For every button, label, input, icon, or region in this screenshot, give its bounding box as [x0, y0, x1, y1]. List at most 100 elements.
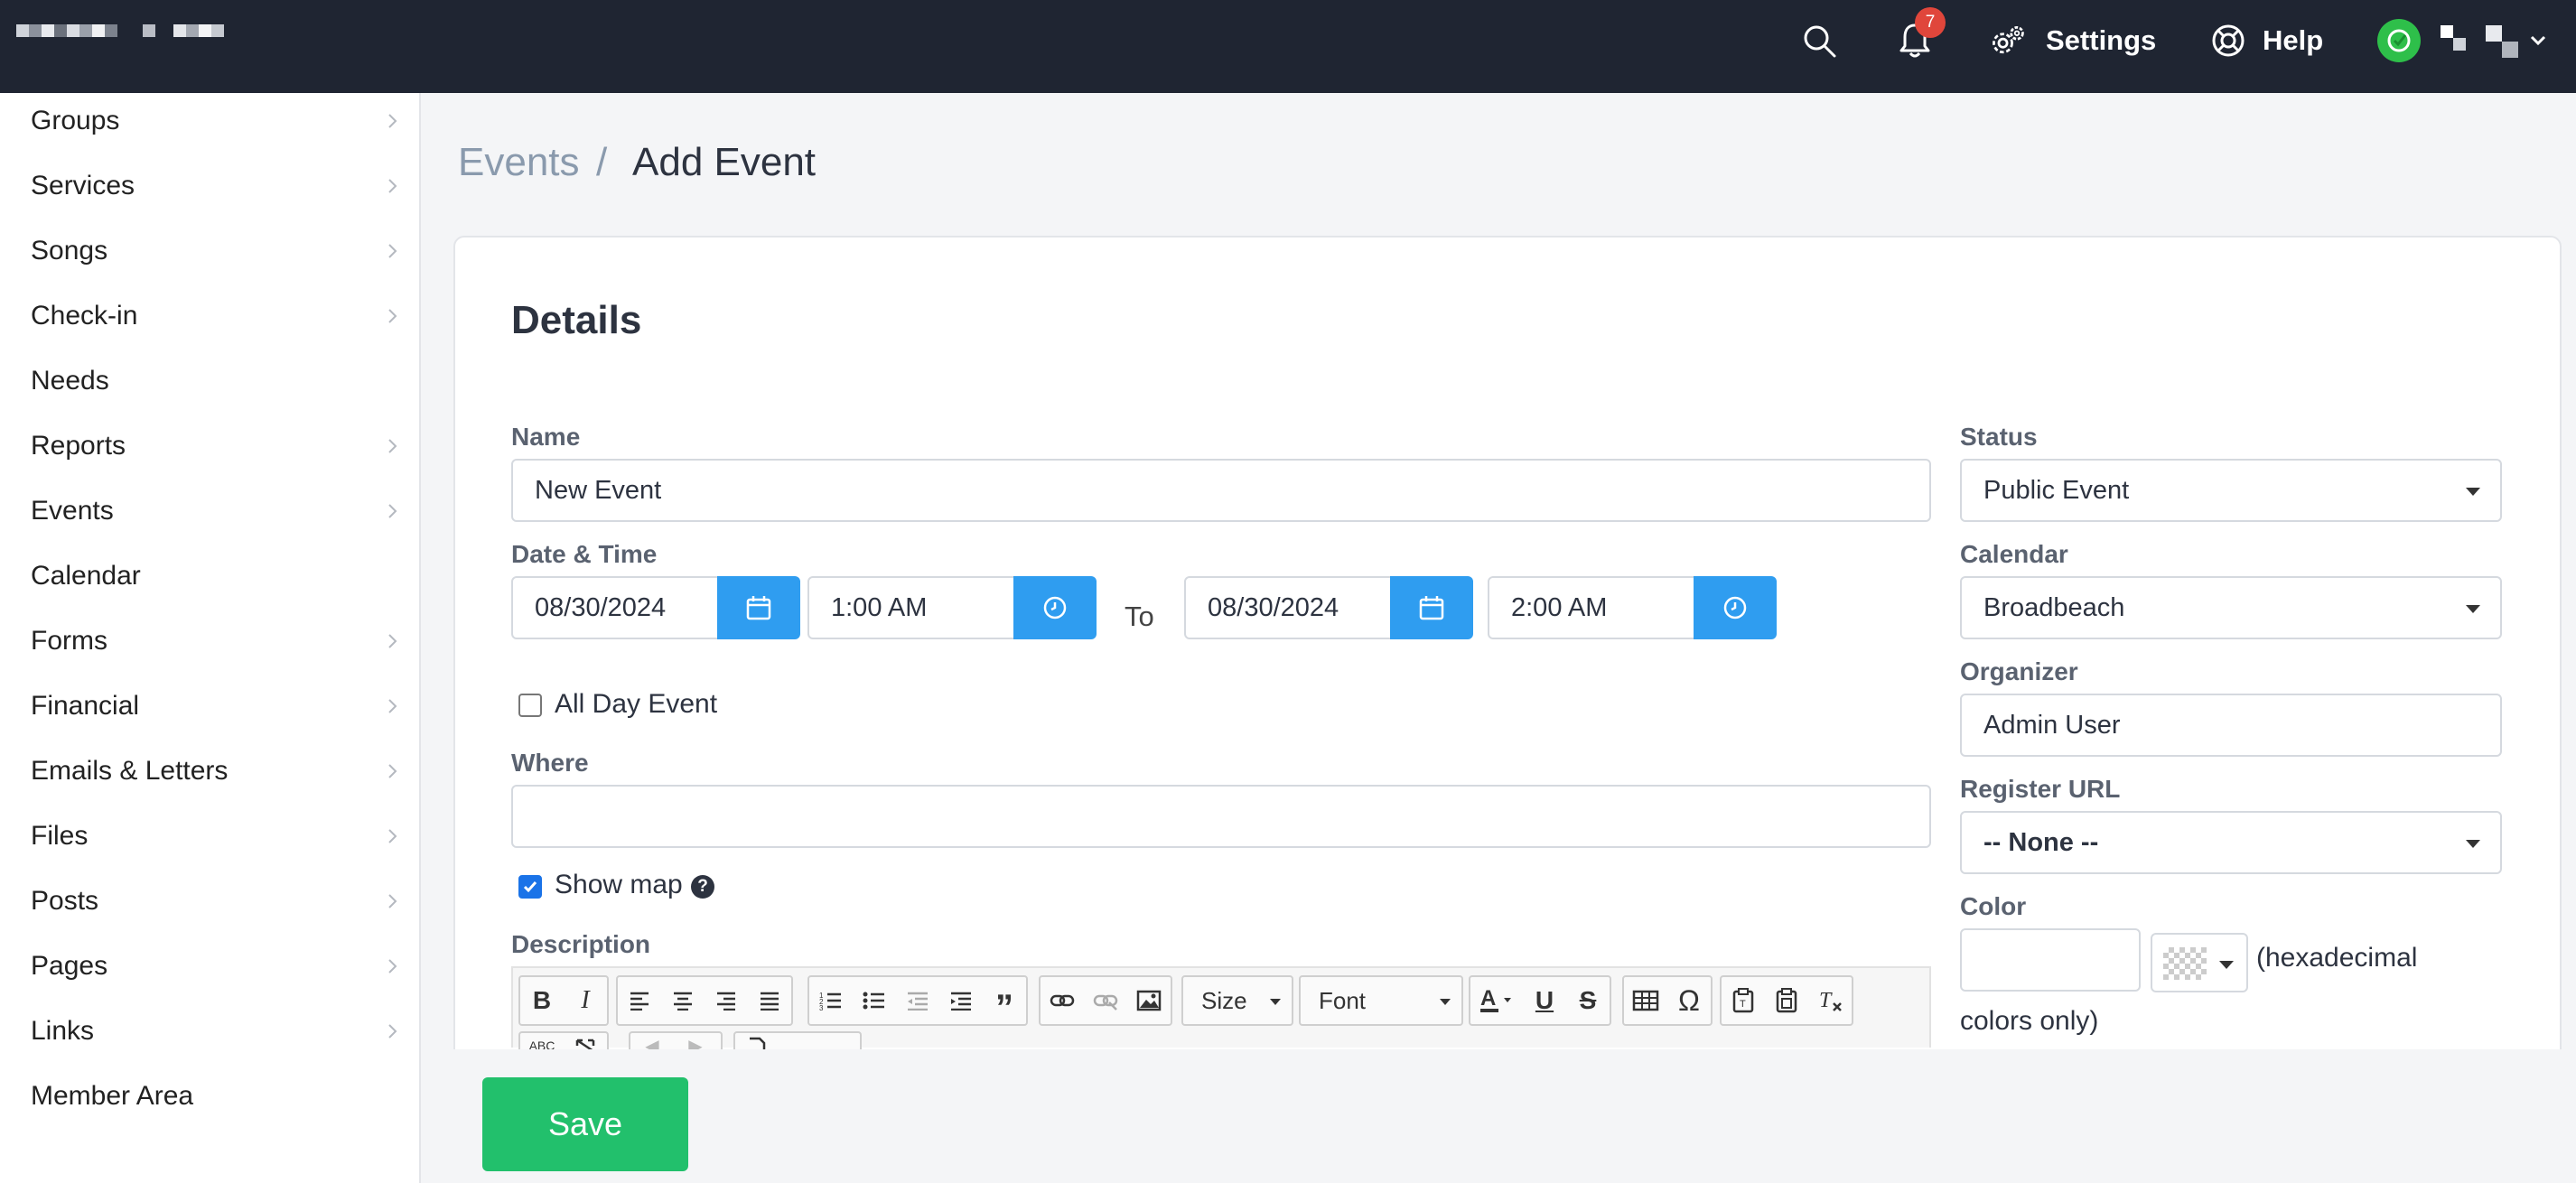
- all-day-checkbox[interactable]: [518, 694, 542, 717]
- end-time-clock-button[interactable]: [1694, 576, 1777, 639]
- end-time-input[interactable]: 2:00 AM: [1488, 576, 1695, 639]
- caret-down-icon: [2219, 961, 2234, 969]
- sidebar-item-label: Forms: [31, 626, 107, 656]
- help-question-icon[interactable]: ?: [691, 875, 714, 899]
- toolbar-group-links: [1039, 975, 1172, 1026]
- chevron-right-icon: [388, 179, 397, 193]
- sidebar-item-emails-letters[interactable]: Emails & Letters: [0, 739, 419, 804]
- sidebar-item-links[interactable]: Links: [0, 999, 419, 1064]
- paste-from-word-icon[interactable]: [1765, 977, 1808, 1024]
- sidebar-item-posts[interactable]: Posts: [0, 869, 419, 934]
- breadcrumb-separator: /: [596, 140, 608, 184]
- user-avatar[interactable]: [2377, 19, 2421, 62]
- bulleted-list-icon[interactable]: [853, 977, 896, 1024]
- sidebar-item-files[interactable]: Files: [0, 804, 419, 869]
- align-right-icon[interactable]: [705, 977, 748, 1024]
- toolbar-group-alignment: [616, 975, 793, 1026]
- sidebar-item-financial[interactable]: Financial: [0, 674, 419, 739]
- sidebar-item-needs[interactable]: Needs: [0, 349, 419, 414]
- to-label: To: [1125, 601, 1154, 632]
- numbered-list-icon[interactable]: 123: [809, 977, 853, 1024]
- notification-count-badge: 7: [1915, 7, 1946, 38]
- rich-text-editor-toolbar: B I 123 ” Size Font A U S Ω T T ABC ◀ ▶: [511, 966, 1931, 1058]
- app-logo[interactable]: [16, 24, 224, 37]
- bold-icon[interactable]: B: [520, 977, 564, 1024]
- sidebar-item-groups[interactable]: Groups: [0, 88, 419, 154]
- special-character-omega-icon[interactable]: Ω: [1667, 977, 1711, 1024]
- help-link[interactable]: Help: [2263, 23, 2323, 58]
- toolbar-group-clipboard: T T: [1720, 975, 1853, 1026]
- organizer-input[interactable]: Admin User: [1960, 694, 2502, 757]
- show-map-label[interactable]: Show map: [555, 870, 683, 900]
- strikethrough-icon[interactable]: S: [1566, 977, 1610, 1024]
- save-button[interactable]: Save: [482, 1077, 688, 1171]
- italic-icon[interactable]: I: [564, 977, 607, 1024]
- sidebar-item-forms[interactable]: Forms: [0, 609, 419, 674]
- start-date-input[interactable]: 08/30/2024: [511, 576, 719, 639]
- help-lifebuoy-icon[interactable]: [2209, 22, 2247, 60]
- settings-link[interactable]: Settings: [2046, 23, 2156, 58]
- organizer-label: Organizer: [1960, 657, 2078, 685]
- color-picker-button[interactable]: [2151, 933, 2248, 992]
- table-icon[interactable]: [1624, 977, 1667, 1024]
- chevron-right-icon: [388, 959, 397, 973]
- underline-icon[interactable]: U: [1523, 977, 1566, 1024]
- font-size-dropdown[interactable]: Size: [1181, 975, 1293, 1026]
- outdent-icon[interactable]: [896, 977, 939, 1024]
- description-label: Description: [511, 930, 651, 958]
- color-label: Color: [1960, 892, 2027, 920]
- chevron-right-icon: [388, 894, 397, 908]
- sidebar-item-label: Songs: [31, 236, 108, 265]
- link-icon[interactable]: [1041, 977, 1084, 1024]
- align-justify-icon[interactable]: [748, 977, 791, 1024]
- transparent-color-swatch: [2163, 947, 2207, 980]
- clock-icon: [1043, 596, 1067, 619]
- remove-format-icon[interactable]: T: [1808, 977, 1852, 1024]
- color-hex-input[interactable]: [1960, 928, 2141, 992]
- search-icon[interactable]: [1800, 22, 1838, 60]
- align-left-icon[interactable]: [618, 977, 661, 1024]
- sidebar-item-songs[interactable]: Songs: [0, 219, 419, 284]
- start-time-clock-button[interactable]: [1013, 576, 1097, 639]
- blockquote-icon[interactable]: ”: [983, 977, 1026, 1028]
- name-input[interactable]: New Event: [511, 459, 1931, 522]
- sidebar-item-services[interactable]: Services: [0, 154, 419, 219]
- show-map-checkbox[interactable]: [518, 875, 542, 899]
- status-select[interactable]: Public Event: [1960, 459, 2502, 522]
- top-navigation-bar: 7 Settings Help: [0, 0, 2576, 93]
- image-icon[interactable]: [1127, 977, 1171, 1024]
- sidebar-item-label: Emails & Letters: [31, 756, 229, 786]
- chevron-right-icon: [388, 244, 397, 258]
- register-url-select[interactable]: -- None --: [1960, 811, 2502, 874]
- calendar-select[interactable]: Broadbeach: [1960, 576, 2502, 639]
- register-url-select-value: -- None --: [1983, 827, 2099, 857]
- chevron-right-icon: [388, 699, 397, 713]
- calendar-select-value: Broadbeach: [1983, 592, 2125, 622]
- sidebar-item-label: Services: [31, 171, 135, 200]
- color-hint-line2: colors only): [1960, 1006, 2099, 1036]
- breadcrumb-parent-link[interactable]: Events: [458, 140, 580, 185]
- indent-icon[interactable]: [939, 977, 983, 1024]
- end-date-calendar-button[interactable]: [1390, 576, 1473, 639]
- sidebar-item-calendar[interactable]: Calendar: [0, 544, 419, 609]
- start-time-input[interactable]: 1:00 AM: [807, 576, 1015, 639]
- sidebar-item-check-in[interactable]: Check-in: [0, 284, 419, 349]
- user-name-redacted[interactable]: [2441, 25, 2518, 58]
- calendar-icon: [746, 596, 771, 620]
- align-center-icon[interactable]: [661, 977, 705, 1024]
- paste-text-icon[interactable]: T: [1722, 977, 1765, 1024]
- where-input[interactable]: [511, 785, 1931, 848]
- font-family-dropdown[interactable]: Font: [1299, 975, 1463, 1026]
- settings-gear-icon[interactable]: [1989, 22, 2027, 60]
- unlink-icon[interactable]: [1084, 977, 1127, 1024]
- start-date-calendar-button[interactable]: [717, 576, 800, 639]
- all-day-label[interactable]: All Day Event: [555, 689, 717, 720]
- sidebar-item-events[interactable]: Events: [0, 479, 419, 544]
- end-date-input[interactable]: 08/30/2024: [1184, 576, 1392, 639]
- user-menu-chevron-down-icon[interactable]: [2529, 34, 2547, 51]
- chevron-right-icon: [388, 634, 397, 648]
- text-color-icon[interactable]: A: [1470, 977, 1523, 1024]
- sidebar-item-member-area[interactable]: Member Area: [0, 1064, 419, 1129]
- sidebar-item-pages[interactable]: Pages: [0, 934, 419, 999]
- sidebar-item-reports[interactable]: Reports: [0, 414, 419, 479]
